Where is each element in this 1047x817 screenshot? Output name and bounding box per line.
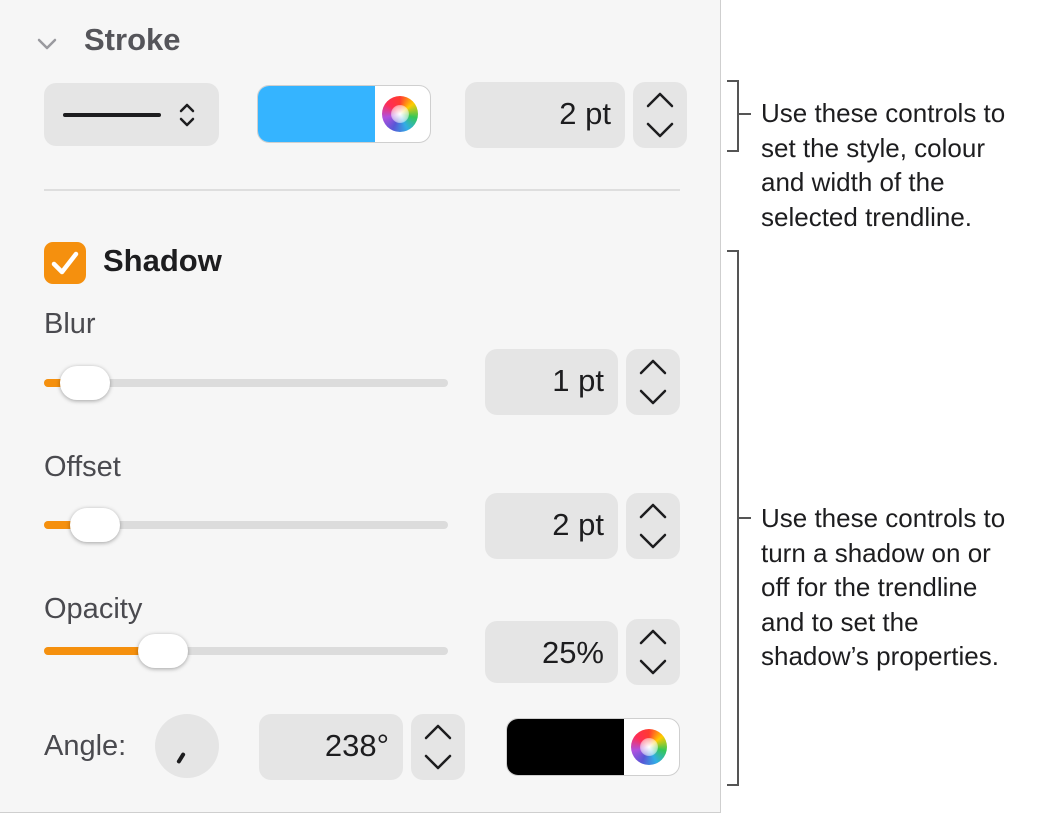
stroke-callout-text: Use these controls to set the style, col…	[761, 96, 1041, 234]
stepper-arrows-icon[interactable]	[637, 356, 669, 408]
stepper-arrows-icon[interactable]	[422, 721, 454, 773]
opacity-slider-track[interactable]	[44, 647, 448, 655]
opacity-value-field[interactable]: 25%	[485, 621, 618, 683]
blur-stepper[interactable]	[626, 349, 680, 415]
stroke-callout-bracket	[727, 80, 751, 152]
blur-value-field[interactable]: 1 pt	[485, 349, 618, 415]
blur-label: Blur	[44, 308, 96, 340]
shadow-callout-line: and to set the	[761, 606, 919, 637]
color-wheel-icon[interactable]	[631, 729, 667, 765]
shadow-checkbox[interactable]	[44, 242, 86, 284]
shadow-callout-line: Use these controls to	[761, 503, 1006, 533]
angle-label: Angle:	[44, 730, 127, 762]
shadow-color-swatch[interactable]	[507, 719, 624, 775]
stroke-callout-line: selected trendline.	[761, 201, 973, 232]
offset-label: Offset	[44, 451, 121, 483]
shadow-callout-line: off for the trendline	[761, 572, 978, 602]
stroke-section-title: Stroke	[84, 22, 181, 57]
stroke-callout-line: Use these controls to	[761, 98, 1006, 128]
opacity-slider-knob[interactable]	[138, 634, 188, 668]
stroke-width-stepper[interactable]	[633, 82, 687, 148]
angle-dial-indicator	[176, 751, 186, 765]
line-style-popup[interactable]	[44, 83, 219, 146]
shadow-section-title: Shadow	[103, 243, 222, 278]
opacity-slider-fill	[44, 647, 153, 655]
up-down-chevron-icon	[179, 103, 195, 127]
opacity-stepper[interactable]	[626, 619, 680, 685]
stroke-color-well[interactable]	[257, 85, 431, 143]
shadow-callout-bracket	[727, 250, 751, 786]
offset-slider-knob[interactable]	[70, 508, 120, 542]
checkmark-icon	[51, 251, 79, 275]
stepper-arrows-icon[interactable]	[644, 89, 676, 141]
stepper-arrows-icon[interactable]	[637, 626, 669, 678]
angle-stepper[interactable]	[411, 714, 465, 780]
color-wheel-icon[interactable]	[382, 96, 418, 132]
shadow-callout-text: Use these controls to turn a shadow on o…	[761, 501, 1041, 674]
shadow-callout-line: shadow’s properties.	[761, 641, 999, 671]
shadow-color-well[interactable]	[506, 718, 680, 776]
chevron-down-icon[interactable]	[36, 36, 58, 52]
offset-stepper[interactable]	[626, 493, 680, 559]
stroke-width-field[interactable]: 2 pt	[465, 82, 625, 148]
stepper-arrows-icon[interactable]	[637, 500, 669, 552]
angle-value-field[interactable]: 238°	[259, 714, 403, 780]
format-panel: Stroke 2 pt Shadow Blur 1 pt Offset 2 pt…	[0, 0, 721, 813]
angle-dial[interactable]	[155, 714, 219, 778]
offset-value-field[interactable]: 2 pt	[485, 493, 618, 559]
stroke-callout-line: and width of the	[761, 167, 945, 197]
opacity-label: Opacity	[44, 593, 143, 625]
blur-slider-knob[interactable]	[60, 366, 110, 400]
stroke-callout-line: set the style, colour	[761, 132, 985, 163]
section-divider	[44, 189, 680, 191]
shadow-callout-line: turn a shadow on or	[761, 537, 991, 568]
solid-line-icon	[63, 113, 161, 117]
stroke-color-swatch[interactable]	[258, 86, 375, 142]
